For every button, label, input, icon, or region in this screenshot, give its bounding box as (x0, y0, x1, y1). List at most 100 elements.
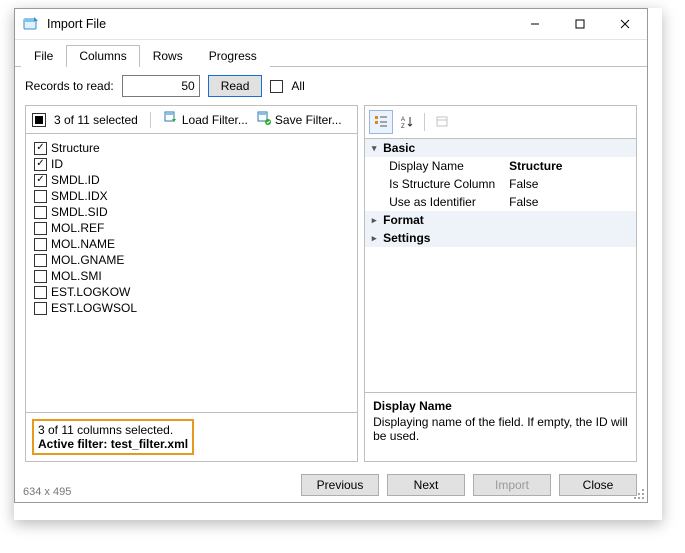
window-title: Import File (47, 17, 512, 31)
load-filter-icon (163, 110, 179, 129)
dimensions-label: 634 x 495 (23, 486, 71, 498)
chevron-right-icon[interactable]: ▸ (369, 233, 379, 244)
property-row[interactable]: Display NameStructure (365, 157, 636, 175)
save-filter-icon (256, 110, 272, 129)
close-button[interactable]: Close (559, 474, 637, 496)
divider (150, 112, 151, 128)
column-item[interactable]: ✓ SMDL.ID (34, 172, 349, 188)
column-label: SMDL.SID (51, 205, 108, 219)
column-label: EST.LOGWSOL (51, 301, 137, 315)
column-label: SMDL.ID (51, 173, 100, 187)
svg-text:Z: Z (401, 124, 405, 129)
close-window-button[interactable] (602, 10, 647, 39)
property-category[interactable]: ▾ Basic (365, 139, 636, 157)
next-button[interactable]: Next (387, 474, 465, 496)
column-checkbox[interactable] (34, 206, 47, 219)
column-item[interactable]: EST.LOGKOW (34, 284, 349, 300)
alphabetical-view-button[interactable]: A Z (395, 110, 419, 134)
property-category-label: Basic (383, 141, 415, 155)
chevron-down-icon[interactable]: ▾ (369, 143, 379, 154)
property-value[interactable]: False (509, 177, 636, 191)
all-checkbox[interactable] (270, 80, 283, 93)
records-to-read-input[interactable] (122, 75, 200, 97)
column-label: MOL.SMI (51, 269, 102, 283)
divider (424, 113, 425, 131)
column-checkbox[interactable] (34, 302, 47, 315)
column-checkbox[interactable] (34, 270, 47, 283)
status-active-filter: Active filter: test_filter.xml (38, 437, 188, 451)
property-value[interactable]: False (509, 195, 636, 209)
property-category-label: Format (383, 213, 424, 227)
previous-button[interactable]: Previous (301, 474, 379, 496)
column-item[interactable]: EST.LOGWSOL (34, 300, 349, 316)
select-all-toggle[interactable] (32, 113, 46, 127)
app-icon (23, 16, 39, 32)
load-filter-button[interactable]: Load Filter... (163, 110, 248, 129)
column-checkbox[interactable] (34, 190, 47, 203)
column-label: MOL.NAME (51, 237, 115, 251)
property-pages-button[interactable] (430, 110, 454, 134)
property-value[interactable]: Structure (509, 159, 636, 173)
property-key: Is Structure Column (389, 177, 509, 191)
column-item[interactable]: MOL.REF (34, 220, 349, 236)
read-button[interactable]: Read (208, 75, 263, 97)
selection-summary: 3 of 11 selected (54, 113, 138, 127)
column-checkbox[interactable] (34, 254, 47, 267)
save-filter-button[interactable]: Save Filter... (256, 110, 342, 129)
column-checkbox[interactable] (34, 238, 47, 251)
column-item[interactable]: MOL.SMI (34, 268, 349, 284)
tab-columns[interactable]: Columns (66, 45, 139, 67)
tab-strip: FileColumnsRowsProgress (15, 40, 647, 67)
chevron-right-icon[interactable]: ▸ (369, 215, 379, 226)
column-item[interactable]: ✓Structure (34, 140, 349, 156)
wizard-footer: Previous Next Import Close (15, 468, 647, 502)
column-item[interactable]: SMDL.IDX (34, 188, 349, 204)
columns-pane: 3 of 11 selected Load Filter... (25, 105, 358, 462)
property-key: Display Name (389, 159, 509, 173)
categorized-view-button[interactable] (369, 110, 393, 134)
column-item[interactable]: ✓ ID (34, 156, 349, 172)
tab-rows[interactable]: Rows (140, 45, 196, 67)
filter-status-highlight: 3 of 11 columns selected. Active filter:… (32, 419, 194, 455)
column-item[interactable]: MOL.GNAME (34, 252, 349, 268)
property-category[interactable]: ▸ Settings (365, 229, 636, 247)
property-row[interactable]: Is Structure ColumnFalse (365, 175, 636, 193)
column-label: EST.LOGKOW (51, 285, 130, 299)
column-checkbox[interactable] (34, 286, 47, 299)
import-file-dialog: Import File FileColumnsRowsProgress Reco… (14, 8, 648, 503)
columns-status-panel: 3 of 11 columns selected. Active filter:… (26, 412, 357, 461)
column-checkbox[interactable]: ✓ (34, 174, 47, 187)
resize-grip[interactable] (633, 488, 645, 500)
property-description: Display Name Displaying name of the fiel… (365, 392, 636, 461)
svg-text:A: A (401, 117, 405, 123)
save-filter-label: Save Filter... (275, 113, 342, 127)
all-label: All (291, 79, 304, 93)
column-label: ID (51, 157, 63, 171)
tab-file[interactable]: File (21, 45, 66, 67)
columns-list[interactable]: ✓Structure✓ID✓SMDL.IDSMDL.IDXSMDL.SIDMOL… (26, 134, 357, 412)
property-pane: A Z ▾BasicDisp (364, 105, 637, 462)
property-toolbar: A Z (365, 106, 636, 139)
property-row[interactable]: Use as IdentifierFalse (365, 193, 636, 211)
property-key: Use as Identifier (389, 195, 509, 209)
column-item[interactable]: MOL.NAME (34, 236, 349, 252)
column-label: MOL.REF (51, 221, 104, 235)
title-bar: Import File (15, 9, 647, 40)
property-category-label: Settings (383, 231, 430, 245)
property-grid[interactable]: ▾BasicDisplay NameStructureIs Structure … (365, 139, 636, 392)
column-checkbox[interactable] (34, 222, 47, 235)
column-item[interactable]: SMDL.SID (34, 204, 349, 220)
load-filter-label: Load Filter... (182, 113, 248, 127)
tab-progress[interactable]: Progress (196, 45, 270, 67)
property-description-body: Displaying name of the field. If empty, … (373, 415, 628, 443)
minimize-button[interactable] (512, 10, 557, 39)
property-description-title: Display Name (373, 399, 628, 413)
column-label: MOL.GNAME (51, 253, 124, 267)
records-row: Records to read: Read All (15, 67, 647, 105)
column-checkbox[interactable]: ✓ (34, 158, 47, 171)
column-checkbox[interactable]: ✓ (34, 142, 47, 155)
maximize-button[interactable] (557, 10, 602, 39)
column-label: SMDL.IDX (51, 189, 108, 203)
property-category[interactable]: ▸ Format (365, 211, 636, 229)
import-button[interactable]: Import (473, 474, 551, 496)
